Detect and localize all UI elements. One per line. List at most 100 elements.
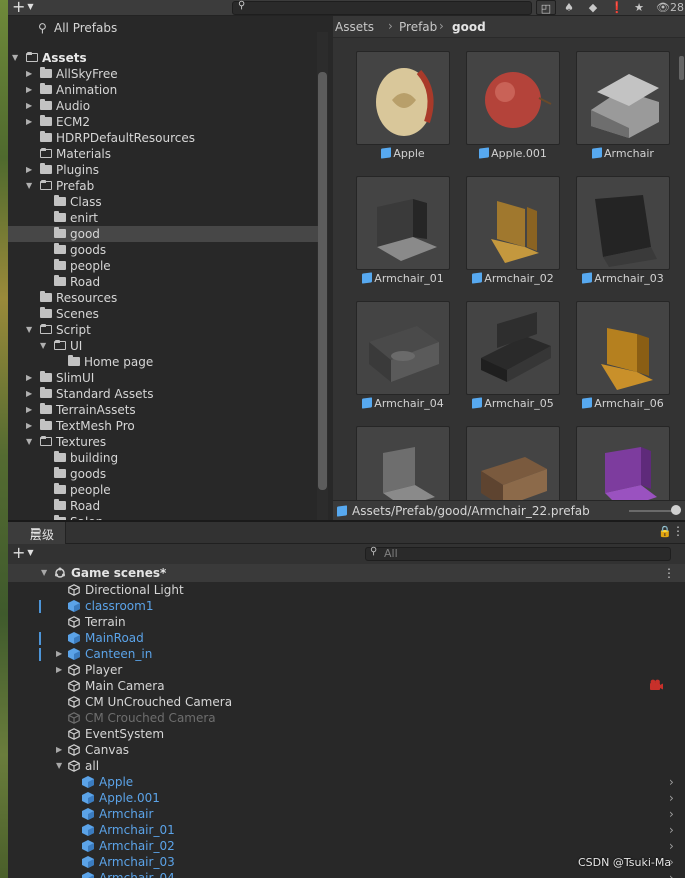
open-prefab-chevron-icon[interactable]: › xyxy=(669,790,674,806)
tree-item[interactable]: building xyxy=(8,450,318,466)
hierarchy-item[interactable]: Armchair_04 › xyxy=(8,870,685,878)
collapse-arrow-icon[interactable]: ▶ xyxy=(26,162,36,178)
hierarchy-item[interactable]: Apple › xyxy=(8,774,685,790)
asset-tile[interactable]: Armchair_03 xyxy=(576,176,670,288)
hierarchy-item[interactable]: CM UnCrouched Camera xyxy=(8,694,685,710)
tree-item[interactable]: Home page xyxy=(8,354,318,370)
hierarchy-item[interactable]: Armchair_01 › xyxy=(8,822,685,838)
create-button[interactable]: + ▼ xyxy=(12,0,42,16)
warning-filter-icon[interactable]: ❗ xyxy=(607,0,627,15)
expand-arrow-icon[interactable]: ▼ xyxy=(26,322,36,338)
tree-item[interactable]: ▶ TerrainAssets xyxy=(8,402,318,418)
more-options-icon[interactable]: ⋮ xyxy=(672,524,684,538)
search-by-type-icon[interactable]: ◰ xyxy=(536,0,556,15)
breadcrumb-item-prefab[interactable]: Prefab xyxy=(399,20,437,34)
collapse-arrow-icon[interactable]: ▶ xyxy=(56,662,62,678)
tree-item[interactable]: enirt xyxy=(8,210,318,226)
hierarchy-item[interactable]: CM Crouched Camera xyxy=(8,710,685,726)
hierarchy-item[interactable]: ▶ Canvas xyxy=(8,742,685,758)
expand-arrow-icon[interactable]: ▼ xyxy=(12,50,22,66)
tree-item[interactable]: people xyxy=(8,258,318,274)
tree-item[interactable]: good xyxy=(8,226,318,242)
tree-item[interactable]: Class xyxy=(8,194,318,210)
tree-item[interactable]: people xyxy=(8,482,318,498)
tree-item[interactable]: ▶ Plugins xyxy=(8,162,318,178)
scene-header[interactable]: ▼ Game scenes* ⋮ xyxy=(8,564,685,582)
all-prefabs-item[interactable]: ⚲ All Prefabs xyxy=(8,18,318,35)
collapse-arrow-icon[interactable]: ▶ xyxy=(26,114,36,130)
hierarchy-item[interactable]: ▶ Canteen_in xyxy=(8,646,685,662)
tree-item[interactable]: ▶ Animation xyxy=(8,82,318,98)
hierarchy-item[interactable]: Terrain xyxy=(8,614,685,630)
hierarchy-item[interactable]: MainRoad xyxy=(8,630,685,646)
collapse-arrow-icon[interactable]: ▶ xyxy=(26,66,36,82)
tree-item[interactable]: goods xyxy=(8,242,318,258)
asset-tile[interactable]: Armchair_04 xyxy=(356,301,450,413)
asset-tile[interactable]: Armchair_01 xyxy=(356,176,450,288)
thumbnail-size-slider-handle[interactable] xyxy=(671,505,681,515)
hierarchy-item[interactable]: ▼ all xyxy=(8,758,685,774)
breadcrumb-item-assets[interactable]: Assets xyxy=(335,20,374,34)
hidden-packages-count[interactable]: 👁28 xyxy=(656,0,684,15)
tree-item[interactable]: ▶ ECM2 xyxy=(8,114,318,130)
tree-item[interactable]: ▶ AllSkyFree xyxy=(8,66,318,82)
asset-tile[interactable]: Armchair_02 xyxy=(466,176,560,288)
expand-arrow-icon[interactable]: ▼ xyxy=(41,568,47,577)
asset-grid-scrollbar[interactable] xyxy=(679,56,684,80)
hierarchy-item[interactable]: Armchair_02 › xyxy=(8,838,685,854)
hierarchy-item[interactable]: Main Camera xyxy=(8,678,685,694)
hierarchy-item[interactable]: Apple.001 › xyxy=(8,790,685,806)
tree-item[interactable]: ▼ Assets xyxy=(8,50,318,66)
breadcrumb-item-good[interactable]: good xyxy=(452,20,486,34)
tree-item[interactable]: ▼ Script xyxy=(8,322,318,338)
tree-item[interactable]: Materials xyxy=(8,146,318,162)
tree-item[interactable]: Road xyxy=(8,274,318,290)
expand-arrow-icon[interactable]: ▼ xyxy=(26,434,36,450)
tab-hierarchy[interactable]: ☰ 层级 xyxy=(8,522,66,544)
open-prefab-chevron-icon[interactable]: › xyxy=(669,822,674,838)
open-prefab-chevron-icon[interactable]: › xyxy=(669,806,674,822)
asset-tile[interactable]: Armchair_05 xyxy=(466,301,560,413)
collapse-arrow-icon[interactable]: ▶ xyxy=(26,98,36,114)
hierarchy-search-input[interactable]: ⚲ All xyxy=(365,546,671,561)
tree-item[interactable]: ▼ Textures xyxy=(8,434,318,450)
tree-item[interactable]: Resources xyxy=(8,290,318,306)
tag-icon[interactable]: ◆ xyxy=(583,0,603,15)
asset-tile[interactable]: Armchair xyxy=(576,51,670,163)
expand-arrow-icon[interactable]: ▼ xyxy=(56,758,62,774)
tree-item[interactable]: Road xyxy=(8,498,318,514)
tree-item[interactable]: ▶ Standard Assets xyxy=(8,386,318,402)
hierarchy-item[interactable]: ▶ Player xyxy=(8,662,685,678)
open-prefab-chevron-icon[interactable]: › xyxy=(669,838,674,854)
hierarchy-item[interactable]: Directional Light xyxy=(8,582,685,598)
favorite-star-icon[interactable]: ★ xyxy=(629,0,649,15)
collapse-arrow-icon[interactable]: ▶ xyxy=(26,82,36,98)
lock-icon[interactable]: 🔒 xyxy=(658,525,672,538)
tree-item[interactable]: HDRPDefaultResources xyxy=(8,130,318,146)
tree-item[interactable]: ▶ TextMesh Pro xyxy=(8,418,318,434)
hierarchy-item[interactable]: classroom1 xyxy=(8,598,685,614)
tree-item[interactable]: ▼ Prefab xyxy=(8,178,318,194)
collapse-arrow-icon[interactable]: ▶ xyxy=(26,386,36,402)
scene-menu-icon[interactable]: ⋮ xyxy=(663,566,675,580)
hierarchy-create-button[interactable]: + ▼ xyxy=(12,544,42,562)
expand-arrow-icon[interactable]: ▼ xyxy=(40,338,50,354)
asset-tile[interactable]: Apple xyxy=(356,51,450,163)
thumbnail-size-slider[interactable] xyxy=(629,510,677,512)
collapse-arrow-icon[interactable]: ▶ xyxy=(26,402,36,418)
asset-tile[interactable]: Armchair_06 xyxy=(576,301,670,413)
search-by-label-icon[interactable]: ♠ xyxy=(559,0,579,15)
expand-arrow-icon[interactable]: ▼ xyxy=(26,178,36,194)
tree-item[interactable]: ▶ Audio xyxy=(8,98,318,114)
asset-tile[interactable]: Apple.001 xyxy=(466,51,560,163)
tree-item[interactable]: ▼ UI xyxy=(8,338,318,354)
tree-item[interactable]: ▶ SlimUI xyxy=(8,370,318,386)
tree-item[interactable]: Scenes xyxy=(8,306,318,322)
collapse-arrow-icon[interactable]: ▶ xyxy=(56,742,62,758)
hierarchy-item[interactable]: Armchair › xyxy=(8,806,685,822)
hierarchy-item[interactable]: EventSystem xyxy=(8,726,685,742)
collapse-arrow-icon[interactable]: ▶ xyxy=(26,418,36,434)
project-search-input[interactable]: ⚲ xyxy=(232,0,532,15)
tree-scrollbar[interactable] xyxy=(318,72,327,490)
tree-item[interactable]: goods xyxy=(8,466,318,482)
